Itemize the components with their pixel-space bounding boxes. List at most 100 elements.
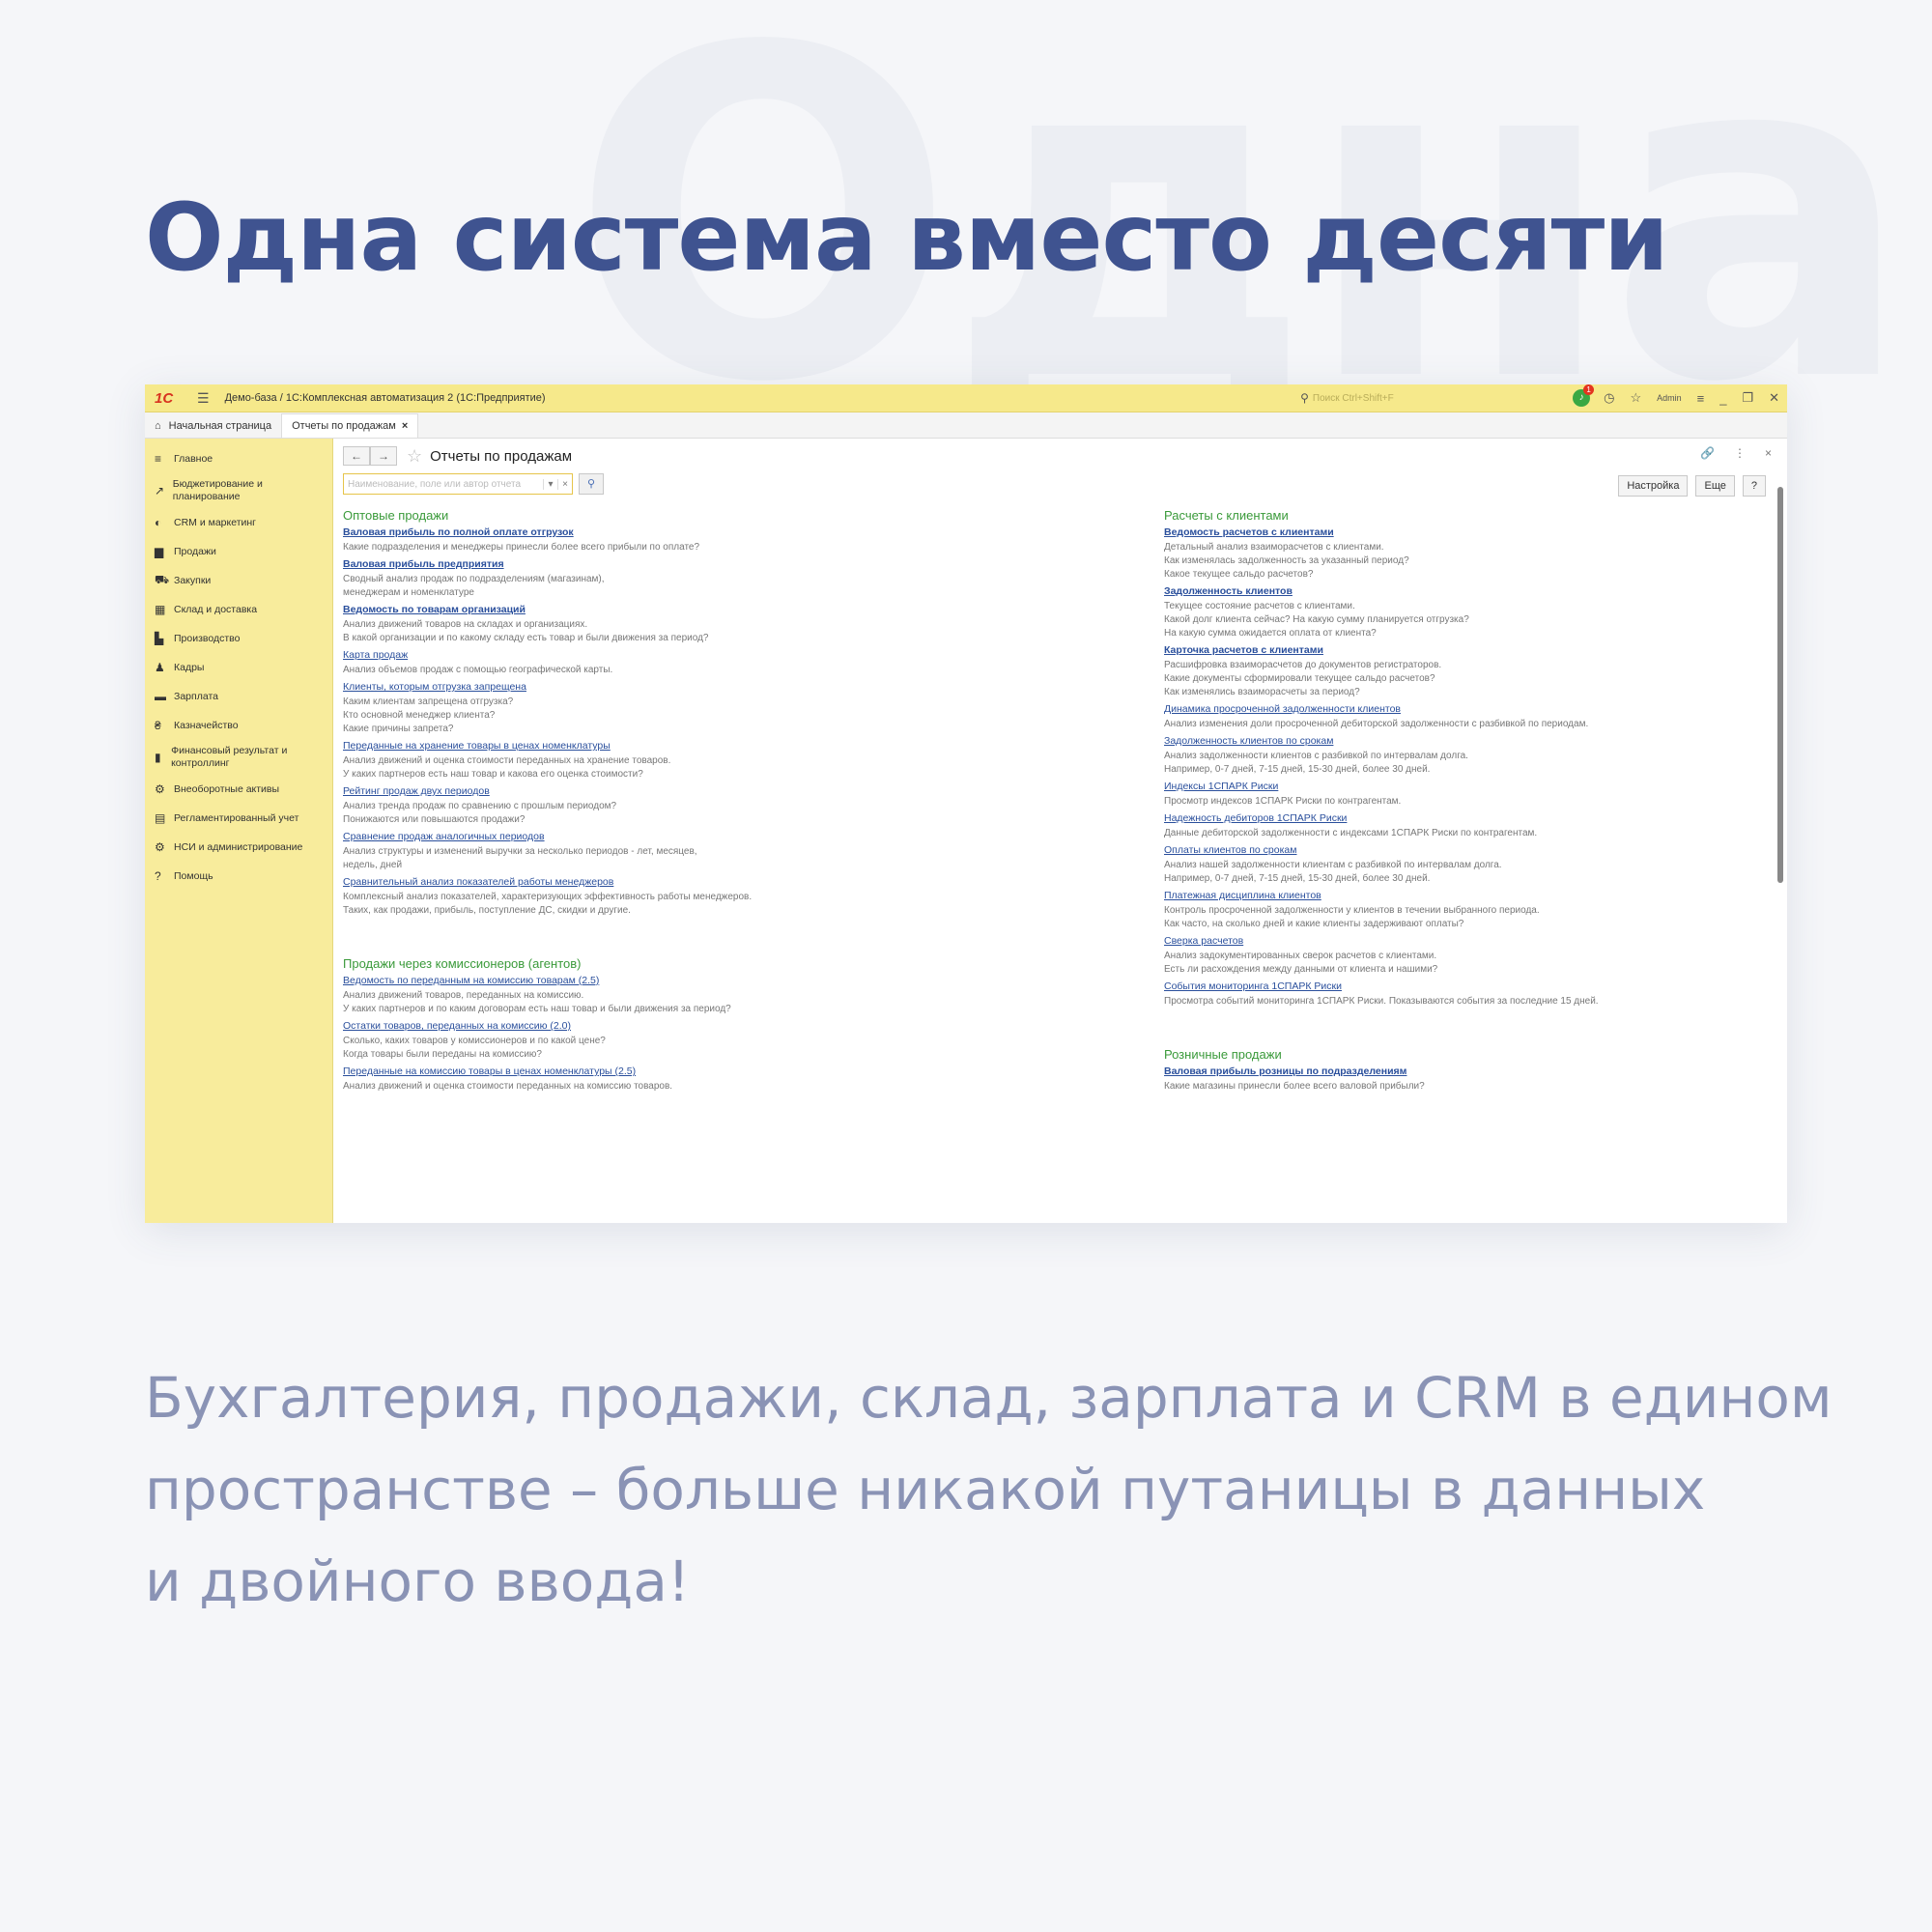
menu-icon[interactable]: ☰: [197, 390, 210, 407]
sidebar-item[interactable]: ₴ Казначейство: [145, 711, 332, 740]
report-description-line: Например, 0-7 дней, 7-15 дней, 15-30 дне…: [1164, 764, 1431, 775]
sidebar-item[interactable]: ≡ Главное: [145, 444, 332, 473]
report-description-line: В какой организации и по какому складу е…: [343, 633, 709, 643]
report-description-line: Какие причины запрета?: [343, 724, 454, 734]
report-link[interactable]: Переданные на комиссию товары в ценах но…: [343, 1065, 1000, 1077]
report-link[interactable]: Сравнительный анализ показателей работы …: [343, 876, 1000, 888]
report-link[interactable]: Рейтинг продаж двух периодов: [343, 785, 1000, 797]
scrollbar[interactable]: [1777, 487, 1783, 883]
more-button[interactable]: Еще: [1695, 475, 1735, 497]
dropdown-icon[interactable]: ▾: [543, 478, 557, 490]
sidebar-item[interactable]: ▬ Зарплата: [145, 682, 332, 711]
menu-icon: ≡: [155, 452, 162, 466]
sidebar-item[interactable]: ▦ Склад и доставка: [145, 595, 332, 624]
report-link[interactable]: Сравнение продаж аналогичных периодов: [343, 831, 1000, 842]
report-description-line: У каких партнеров есть наш товар и каков…: [343, 769, 643, 780]
report-link[interactable]: Валовая прибыль по полной оплате отгрузо…: [343, 526, 1000, 538]
report-description: Текущее состояние расчетов с клиентами. К…: [1164, 600, 1705, 640]
report-link[interactable]: Динамика просроченной задолженности клие…: [1164, 703, 1705, 715]
report-description-line: недель, дней: [343, 860, 403, 870]
sidebar-item[interactable]: ⛟ Закупки: [145, 566, 332, 595]
close-icon[interactable]: ✕: [1769, 390, 1779, 406]
sidebar-item-label: Склад и доставка: [174, 603, 258, 615]
report-description-line: Детальный анализ взаиморасчетов с клиент…: [1164, 542, 1384, 553]
history-icon[interactable]: ◷: [1604, 390, 1614, 406]
home-icon: ⌂: [155, 420, 161, 432]
report-link[interactable]: Сверка расчетов: [1164, 935, 1705, 947]
window-title: Демо-база / 1С:Комплексная автоматизация…: [224, 392, 546, 404]
report-description: Анализ движений и оценка стоимости перед…: [343, 1080, 1000, 1094]
sidebar-item[interactable]: ? Помощь: [145, 862, 332, 891]
favorites-star-icon[interactable]: ☆: [1630, 390, 1641, 406]
report-search-input[interactable]: Наименование, поле или автор отчета ▾ ×: [343, 473, 573, 495]
report-link[interactable]: События мониторинга 1СПАРК Риски: [1164, 980, 1705, 992]
report-link[interactable]: Клиенты, которым отгрузка запрещена: [343, 681, 1000, 693]
report-link[interactable]: Ведомость по товарам организаций: [343, 604, 1000, 615]
reports-right-column: Расчеты с клиентами Ведомость расчетов с …: [1164, 502, 1705, 1096]
report-description: Анализ объемов продаж с помощью географи…: [343, 664, 1000, 677]
search-button[interactable]: ⚲: [579, 473, 604, 495]
sidebar-item-label: Продажи: [174, 545, 216, 557]
title-bar: 1С ☰ Демо-база / 1С:Комплексная автомати…: [145, 384, 1787, 412]
sidebar-item[interactable]: ♟ Кадры: [145, 653, 332, 682]
more-vertical-icon[interactable]: ⋮: [1734, 446, 1746, 460]
section-heading: Продажи через комиссионеров (агентов): [343, 956, 582, 971]
close-form-icon[interactable]: ×: [1765, 446, 1772, 460]
clear-icon[interactable]: ×: [557, 478, 572, 490]
report-description: Просмотра событий мониторинга 1СПАРК Рис…: [1164, 995, 1705, 1009]
help-icon: ?: [155, 869, 161, 883]
user-name[interactable]: Admin: [1657, 393, 1682, 403]
favorite-star-icon[interactable]: ☆: [407, 446, 422, 467]
minimize-icon[interactable]: _: [1719, 391, 1726, 406]
link-icon[interactable]: 🔗: [1700, 446, 1715, 460]
restore-icon[interactable]: ❐: [1742, 390, 1753, 406]
report-link[interactable]: Карта продаж: [343, 649, 1000, 661]
sidebar-item[interactable]: ▤ Регламентированный учет: [145, 804, 332, 833]
close-tab-icon[interactable]: ×: [402, 420, 408, 432]
report-link[interactable]: Платежная дисциплина клиентов: [1164, 890, 1705, 901]
settings-button[interactable]: Настройка: [1618, 475, 1689, 497]
back-button[interactable]: ←: [343, 446, 370, 466]
report-link[interactable]: Оплаты клиентов по срокам: [1164, 844, 1705, 856]
report-description: Каким клиентам запрещена отгрузка? Кто ос…: [343, 696, 1000, 736]
subtext: Бухгалтерия, продажи, склад, зарплата и …: [145, 1352, 1845, 1628]
section-heading: Оптовые продажи: [343, 508, 449, 523]
report-link[interactable]: Валовая прибыль предприятия: [343, 558, 1000, 570]
report-description-line: Понижаются или повышаются продажи?: [343, 814, 526, 825]
notifications-icon[interactable]: ♪ 1: [1573, 384, 1595, 407]
report-link[interactable]: Задолженность клиентов: [1164, 585, 1705, 597]
global-search-input[interactable]: ⚲ Поиск Ctrl+Shift+F: [1300, 389, 1562, 407]
tab-sales-reports[interactable]: Отчеты по продажам ×: [281, 413, 419, 438]
tab-sales-reports-label: Отчеты по продажам: [292, 420, 396, 432]
report-description-line: Анализ движений и оценка стоимости перед…: [343, 755, 671, 766]
sidebar-item[interactable]: ▆ Продажи: [145, 537, 332, 566]
tab-home[interactable]: ⌂ Начальная страница: [145, 414, 281, 438]
report-description-line: Анализ изменения доли просроченной дебит…: [1164, 719, 1589, 729]
subtext-line: пространстве – больше никакой путаницы в…: [145, 1457, 1706, 1522]
report-link[interactable]: Надежность дебиторов 1СПАРК Риски: [1164, 812, 1705, 824]
report-link[interactable]: Ведомость расчетов с клиентами: [1164, 526, 1705, 538]
report-description-line: Как изменялись взаиморасчеты за период?: [1164, 687, 1360, 697]
sidebar-item[interactable]: ⚙ Внеоборотные активы: [145, 775, 332, 804]
report-link[interactable]: Карточка расчетов с клиентами: [1164, 644, 1705, 656]
sidebar-item-label: Регламентированный учет: [174, 811, 299, 824]
sidebar-item[interactable]: ▙ Производство: [145, 624, 332, 653]
report-description-line: Комплексный анализ показателей, характер…: [343, 892, 753, 902]
report-link[interactable]: Ведомость по переданным на комиссию това…: [343, 975, 1000, 986]
forward-button[interactable]: →: [370, 446, 397, 466]
crm-icon: ◐: [155, 516, 162, 529]
report-link[interactable]: Индексы 1СПАРК Риски: [1164, 781, 1705, 792]
sidebar-item[interactable]: ↗ Бюджетирование и планирование: [145, 473, 332, 508]
report-description: Расшифровка взаиморасчетов до документов…: [1164, 659, 1705, 699]
help-button[interactable]: ?: [1742, 475, 1766, 497]
report-link[interactable]: Задолженность клиентов по срокам: [1164, 735, 1705, 747]
report-link[interactable]: Валовая прибыль розницы по подразделения…: [1164, 1065, 1705, 1077]
section-heading: Расчеты с клиентами: [1164, 508, 1289, 523]
report-link[interactable]: Переданные на хранение товары в ценах но…: [343, 740, 1000, 752]
sidebar-item[interactable]: ◐ CRM и маркетинг: [145, 508, 332, 537]
sidebar-item[interactable]: ⚙ НСИ и администрирование: [145, 833, 332, 862]
sidebar-item[interactable]: ▮ Финансовый результат и контроллинг: [145, 740, 332, 775]
settings-lines-icon[interactable]: ≡: [1697, 391, 1705, 406]
report-description-line: Анализ объемов продаж с помощью географи…: [343, 665, 613, 675]
report-link[interactable]: Остатки товаров, переданных на комиссию …: [343, 1020, 1000, 1032]
